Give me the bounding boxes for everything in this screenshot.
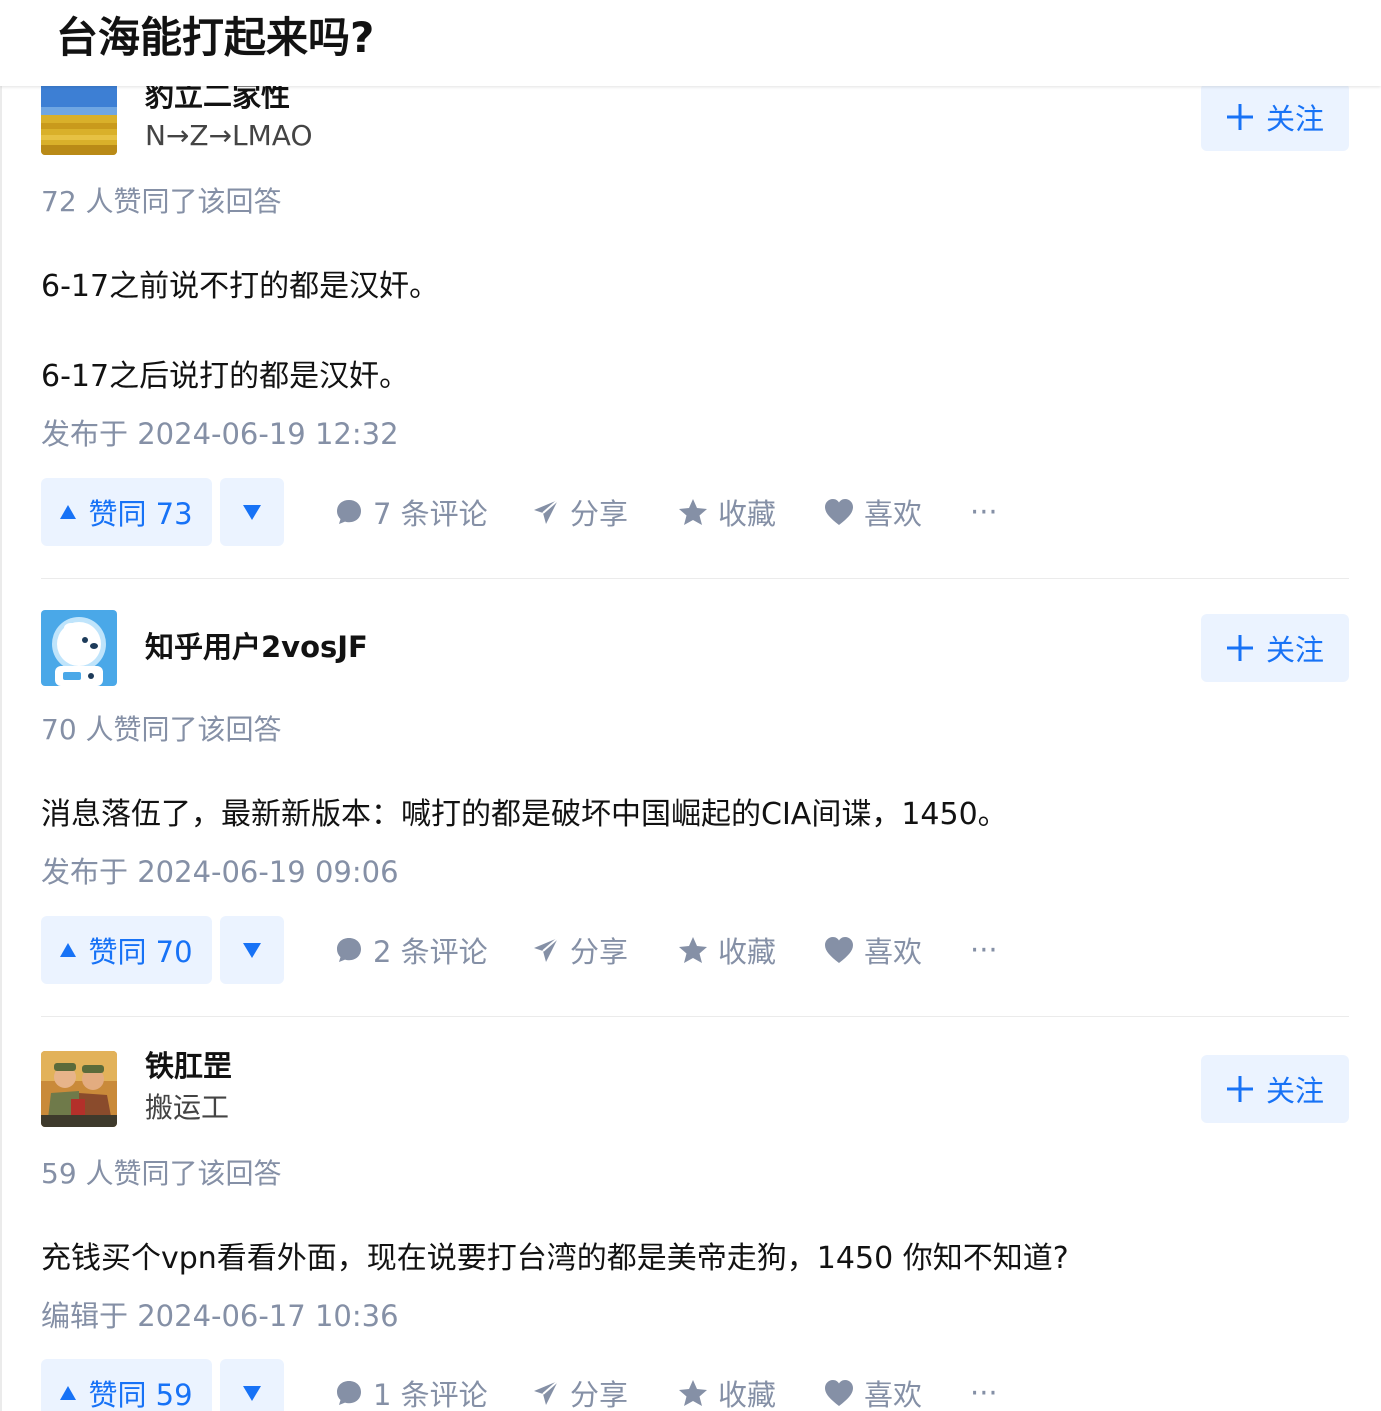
heart-icon [825,499,853,525]
plus-icon [1226,104,1253,130]
voters-count: 59 人赞同了该回答 [41,1157,282,1190]
collect-button[interactable]: 收藏 [678,478,776,546]
paper-plane-icon [534,499,559,524]
left-border [0,86,2,1411]
publish-time[interactable]: 发布于 2024-06-19 12:32 [41,415,399,453]
edit-time[interactable]: 编辑于 2024-06-17 10:36 [41,1297,399,1335]
comments-button[interactable]: 2 条评论 [335,916,488,984]
upvote-label: 赞同 59 [88,1378,193,1411]
avatar[interactable] [41,610,117,686]
comment-bubble-icon [337,500,361,524]
share-button[interactable]: 分享 [532,1359,628,1411]
ellipsis-icon: ··· [970,495,998,529]
plus-icon [1226,635,1253,661]
upvote-label: 赞同 70 [88,935,193,969]
plus-icon [1226,1076,1253,1102]
upvote-label: 赞同 73 [88,497,193,531]
avatar[interactable] [41,1051,117,1127]
collect-button[interactable]: 收藏 [678,916,776,984]
voters-count: 70 人赞同了该回答 [41,713,282,746]
avatar-wheat-field-image [41,79,117,155]
upvote-button[interactable]: 赞同 73 [41,478,212,546]
collect-button[interactable]: 收藏 [678,1359,776,1411]
triangle-down-icon [243,1385,261,1401]
follow-button[interactable]: 关注 [1201,1055,1349,1123]
paper-plane-icon [534,937,559,962]
follow-button[interactable]: 关注 [1201,83,1349,151]
action-bar: 赞同 73 7 条评论 分享 收藏 喜欢 ··· [0,478,1381,546]
triangle-down-icon [243,942,261,958]
upvote-button[interactable]: 赞同 59 [41,1359,212,1411]
publish-time[interactable]: 发布于 2024-06-19 09:06 [41,853,399,891]
avatar-astronaut-bear-image [41,610,117,686]
star-icon [679,937,707,963]
question-title[interactable]: 台海能打起来吗? [56,10,374,66]
triangle-up-icon [60,505,77,519]
triangle-up-icon [60,1386,77,1400]
share-button[interactable]: 分享 [532,478,628,546]
more-button[interactable]: ··· [970,478,998,546]
author-name[interactable]: 知乎用户2vosJF [145,628,368,666]
follow-label: 关注 [1265,633,1324,667]
voters-count: 72 人赞同了该回答 [41,185,282,218]
follow-button[interactable]: 关注 [1201,614,1349,682]
question-header: 台海能打起来吗? [0,0,1381,86]
author-bio: 搬运工 [145,1091,230,1124]
comments-button[interactable]: 7 条评论 [335,478,488,546]
more-button[interactable]: ··· [970,1359,998,1411]
author-name[interactable]: 铁肛罡 [145,1047,232,1085]
ellipsis-icon: ··· [970,1376,998,1410]
comment-bubble-icon [337,938,361,962]
heart-icon [825,1380,853,1406]
action-bar: 赞同 70 2 条评论 分享 收藏 喜欢 ··· [0,916,1381,984]
comment-bubble-icon [337,1381,361,1405]
author-bio: N→Z→LMAO [145,119,313,152]
divider [41,1016,1349,1017]
ellipsis-icon: ··· [970,933,998,967]
like-button[interactable]: 喜欢 [824,916,922,984]
answer-paragraph: 充钱买个vpn看看外面，现在说要打台湾的都是美帝走狗，1450 你知不知道? [41,1241,1069,1276]
avatar[interactable] [41,79,117,155]
more-button[interactable]: ··· [970,916,998,984]
action-bar: 赞同 59 1 条评论 分享 收藏 喜欢 ··· [0,1359,1381,1411]
page: 豹立二家性 N→Z→LMAO 关注 72 人赞同了该回答 6-17之前说不打的都… [0,0,1381,1411]
star-icon [679,499,707,525]
triangle-down-icon [243,504,261,520]
answer-paragraph: 6-17之后说打的都是汉奸。 [41,359,410,394]
star-icon [679,1380,707,1406]
follow-label: 关注 [1265,1074,1324,1108]
divider [41,578,1349,579]
downvote-button[interactable] [220,1359,284,1411]
paper-plane-icon [534,1380,559,1405]
share-button[interactable]: 分享 [532,916,628,984]
follow-label: 关注 [1265,102,1324,136]
answer-paragraph: 6-17之前说不打的都是汉奸。 [41,269,440,304]
avatar-poster-portrait-image [41,1051,117,1127]
downvote-button[interactable] [220,916,284,984]
triangle-up-icon [60,943,77,957]
downvote-button[interactable] [220,478,284,546]
upvote-button[interactable]: 赞同 70 [41,916,212,984]
heart-icon [825,937,853,963]
like-button[interactable]: 喜欢 [824,1359,922,1411]
comments-button[interactable]: 1 条评论 [335,1359,488,1411]
answer-paragraph: 消息落伍了，最新新版本：喊打的都是破坏中国崛起的CIA间谍，1450。 [41,797,1008,832]
like-button[interactable]: 喜欢 [824,478,922,546]
